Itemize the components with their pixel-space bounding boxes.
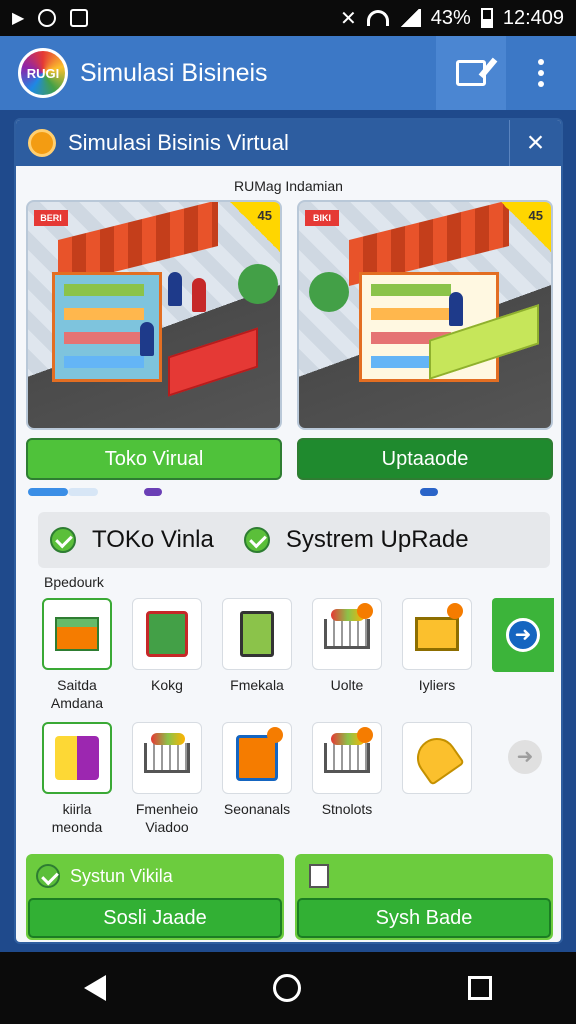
edit-icon <box>456 60 486 86</box>
section-label: Bpedourk <box>44 574 104 590</box>
more-button[interactable] <box>506 36 576 110</box>
badge-icon <box>447 603 463 619</box>
next-arrow-disabled-icon[interactable]: ➜ <box>508 740 542 774</box>
upgrade-button[interactable]: Uptaaode <box>297 438 553 480</box>
clock: 12:409 <box>502 6 564 29</box>
grid-item[interactable]: Kokg <box>132 598 202 694</box>
simulation-dialog: Simulasi Bisinis Virtual × RUMag Indamia… <box>14 118 563 944</box>
store-illustration[interactable]: BERI 45 <box>26 200 282 430</box>
grid-item[interactable]: Seonanals <box>222 722 292 818</box>
badge-icon <box>357 603 373 619</box>
yellow-cart-icon <box>415 617 459 651</box>
grid-item[interactable]: Saitda Amdana <box>42 598 112 712</box>
tablet-icon <box>240 611 274 657</box>
store-sign: BIKI <box>305 210 339 226</box>
page-dot[interactable] <box>144 488 162 496</box>
app-title: Simulasi Bisineis <box>80 58 268 87</box>
banner-left: TOKo Vinla <box>92 526 214 553</box>
bottom-right-button[interactable]: Sysh Bade <box>297 898 551 938</box>
app-bar: RUGI Simulasi Bisineis <box>0 36 576 110</box>
bottom-card-right: Sysh Bade <box>295 854 553 940</box>
badge-icon <box>357 727 373 743</box>
play-icon: ▶ <box>12 10 25 27</box>
grid-item[interactable]: Fmekala <box>222 598 292 694</box>
home-icon[interactable] <box>272 974 301 1002</box>
market-illustration[interactable]: BIKI 45 <box>297 200 553 430</box>
progress-indicator <box>28 488 68 496</box>
banner-right: Systrem UpRade <box>285 526 469 553</box>
check-icon <box>243 527 270 553</box>
card-toko-virtual: BERI 45 Toko Virual <box>26 200 282 480</box>
check-icon <box>50 527 76 553</box>
signal-icon <box>398 9 421 27</box>
image-icon <box>70 9 89 27</box>
progress-track <box>68 488 98 496</box>
back-icon[interactable] <box>83 975 106 1001</box>
dialog-title: Simulasi Bisinis Virtual <box>68 130 289 155</box>
grid-item[interactable] <box>402 722 472 800</box>
register-icon <box>146 611 188 657</box>
battery-level: 43% <box>430 6 471 29</box>
recents-icon[interactable] <box>468 976 493 1000</box>
mute-icon: ✕ <box>340 7 357 30</box>
status-bar: ▶ ✕ 43% 12:409 <box>0 0 576 36</box>
bottom-card-left: Systun Vikila Sosli Jaade <box>26 854 284 940</box>
badge-icon <box>267 727 283 743</box>
grid-item[interactable]: kiirla meonda <box>42 722 112 836</box>
level-badge: 45 <box>501 202 551 252</box>
cup-icon <box>409 730 465 786</box>
close-button[interactable]: × <box>509 120 561 166</box>
bottom-card-title: Systun Vikila <box>70 865 173 886</box>
edit-button[interactable] <box>436 36 506 110</box>
settings-icon <box>28 129 56 157</box>
next-page-button[interactable]: ➜ <box>492 598 554 672</box>
dialog-header: Simulasi Bisinis Virtual × <box>16 120 561 166</box>
scene-caption: RUMag Indamian <box>234 178 343 194</box>
grid-item[interactable]: Iyliers <box>402 598 472 694</box>
grid-item[interactable]: Uolte <box>312 598 382 694</box>
page-dot[interactable] <box>420 488 438 496</box>
cart-icon <box>324 609 370 649</box>
bottom-left-button[interactable]: Sosli Jaade <box>28 898 282 938</box>
toko-virtual-button[interactable]: Toko Virual <box>26 438 282 480</box>
cart-icon <box>324 733 370 773</box>
status-banner: TOKo Vinla Systrem UpRade <box>38 512 550 568</box>
cart-icon <box>144 733 190 773</box>
shield-icon <box>38 9 57 27</box>
box-icon <box>55 617 99 651</box>
navigation-bar <box>0 952 576 1024</box>
grid-item[interactable]: Fmenheio Viadoo <box>132 722 202 836</box>
wifi-icon <box>366 10 389 26</box>
check-icon <box>36 864 60 888</box>
arrow-right-icon: ➜ <box>506 618 540 652</box>
note-icon <box>309 864 329 888</box>
app-logo: RUGI <box>18 48 68 98</box>
more-vert-icon <box>538 59 544 87</box>
grid-item[interactable]: Stnolots <box>312 722 382 818</box>
bags-icon <box>55 736 99 780</box>
card-upgrade: BIKI 45 Uptaaode <box>297 200 553 480</box>
battery-icon <box>480 8 493 28</box>
level-badge: 45 <box>230 202 280 252</box>
store-sign: BERI <box>34 210 68 226</box>
